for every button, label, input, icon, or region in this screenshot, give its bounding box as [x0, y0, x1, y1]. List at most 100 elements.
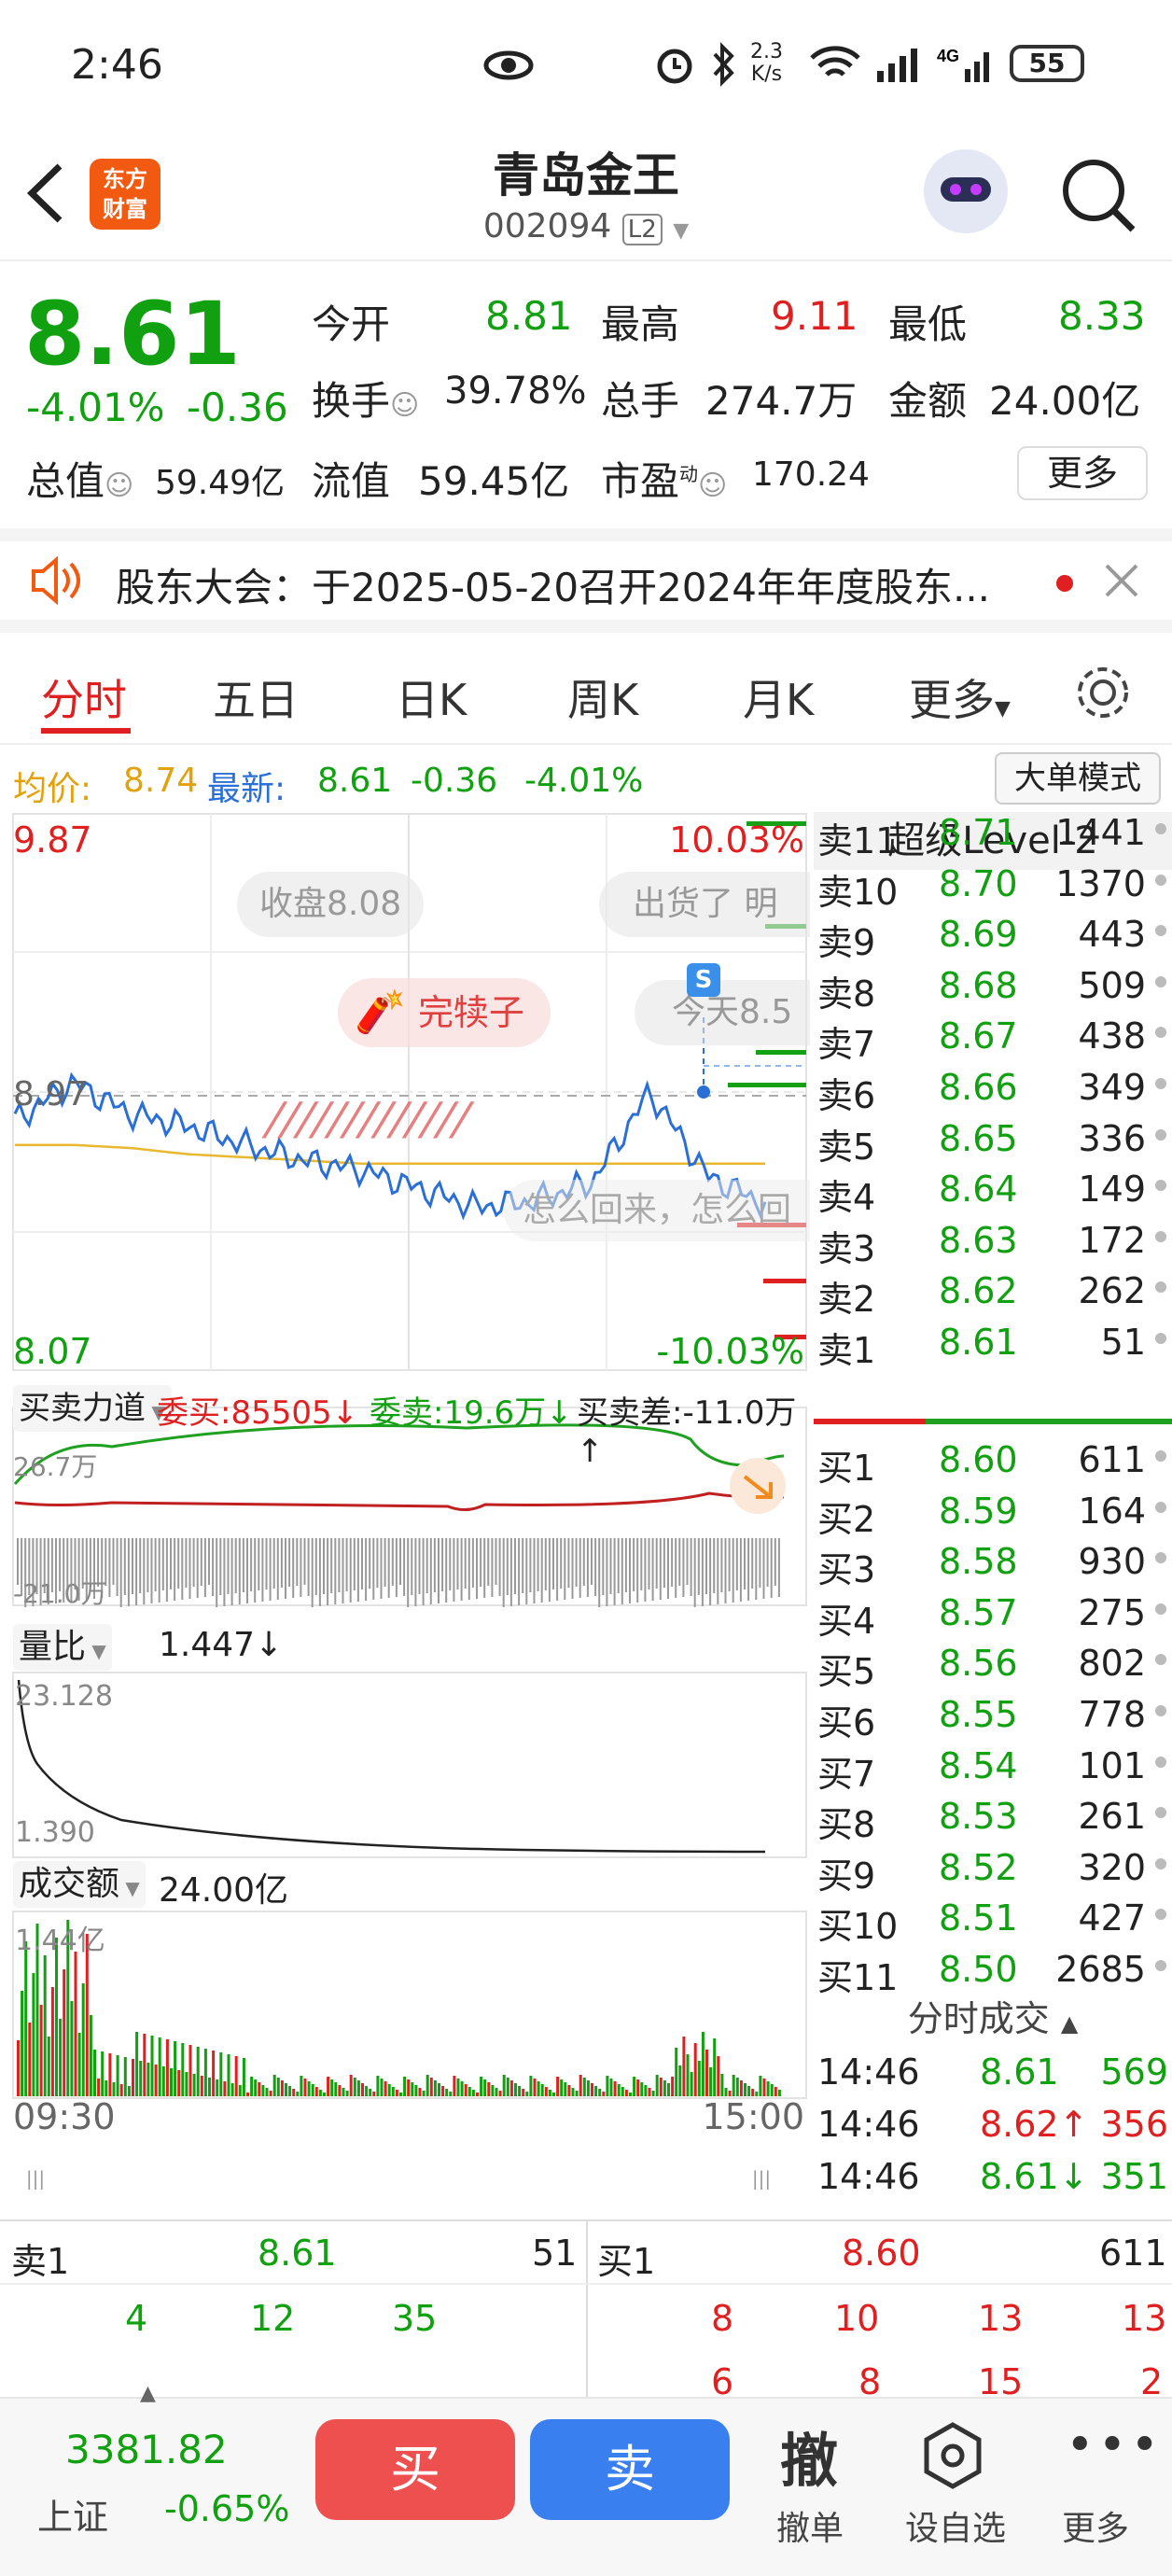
bid-row[interactable]: 买8 8.53 261 [814, 1790, 1172, 1845]
bid-row[interactable]: 买11 8.50 2685 [814, 1943, 1172, 1998]
eye-icon [483, 50, 534, 80]
ask-price: 8.65 [939, 1117, 1018, 1159]
ask-row[interactable]: 卖4 8.64 149 [814, 1163, 1172, 1218]
more-label[interactable]: 更多 [1062, 2501, 1129, 2550]
notice-text: 股东大会：于2025-05-20召开2024年年度股东... [116, 565, 991, 610]
vr-axis-bottom: 1.390 [15, 1816, 95, 1849]
ask-row[interactable]: 卖1 8.61 51 [814, 1316, 1172, 1371]
bid-price: 8.55 [939, 1694, 1018, 1735]
bid-level: 买7 [817, 1753, 876, 1795]
bid-volume: 164 [1078, 1490, 1146, 1532]
big-order-mode-button[interactable]: 大单模式 [995, 752, 1161, 805]
ask-row[interactable]: 卖2 8.62 262 [814, 1265, 1172, 1320]
tab-daily-k[interactable]: 日K [396, 666, 467, 728]
pct-axis-min: -10.03% [656, 1331, 804, 1372]
bid-volume: 101 [1078, 1744, 1146, 1786]
close-icon[interactable] [1101, 560, 1142, 601]
ask-level: 卖10 [817, 871, 899, 913]
tab-five-day[interactable]: 五日 [213, 666, 299, 728]
settings-gear-icon[interactable] [1073, 663, 1133, 722]
ask-row[interactable]: 卖3 8.63 172 [814, 1214, 1172, 1269]
tab-weekly-k[interactable]: 周K [567, 666, 638, 728]
chart-tabs: 分时 五日 日K 周K 月K 更多▼ [0, 638, 1172, 745]
tick-row: 14:46 8.62↑ 356 [814, 2098, 1172, 2149]
order-dot-icon [1155, 1180, 1166, 1192]
add-watchlist-icon[interactable] [920, 2421, 985, 2492]
comment-bubble[interactable]: 今天8.5 [635, 980, 810, 1045]
ask-row[interactable]: 卖8 8.68 509 [814, 959, 1172, 1015]
ask-row[interactable]: 卖6 8.66 349 [814, 1061, 1172, 1116]
bid-level: 买10 [817, 1906, 899, 1948]
bid-price: 8.53 [939, 1796, 1018, 1838]
more-dots-icon[interactable]: ••• [1066, 2417, 1163, 2473]
scroll-handle-right[interactable]: ||| [743, 2167, 780, 2191]
more-quote-button[interactable]: 更多 [1017, 446, 1148, 500]
ask-row[interactable]: 卖11 8.71 1441 [814, 806, 1172, 861]
unread-dot [1056, 575, 1073, 592]
expand-up-icon[interactable]: ▲ [140, 2382, 156, 2405]
order-dot-icon [1155, 1281, 1166, 1294]
dropdown-icon: ▼ [673, 219, 690, 243]
cancel-icon[interactable]: 撤 [780, 2414, 838, 2498]
amount-value: 24.00亿 [159, 1871, 289, 1910]
bid-row[interactable]: 买6 8.55 778 [814, 1688, 1172, 1743]
latest-value: 8.61 [317, 762, 393, 800]
add-watchlist-label[interactable]: 设自选 [905, 2501, 1006, 2550]
tab-more[interactable]: 更多▼ [909, 666, 1011, 728]
comment-bubble[interactable]: 收盘8.08 [237, 872, 425, 937]
bid-row[interactable]: 买7 8.54 101 [814, 1740, 1172, 1795]
turnover-label: 换手☺ [312, 378, 420, 424]
search-icon[interactable] [1058, 155, 1138, 235]
level-badge: L2 [621, 214, 663, 245]
bid-volume: 778 [1078, 1694, 1146, 1735]
notice-bar[interactable]: 股东大会：于2025-05-20召开2024年年度股东... [0, 528, 1172, 633]
latest-price-dot [697, 1085, 710, 1099]
tab-intraday[interactable]: 分时 [41, 666, 127, 728]
bid-row[interactable]: 买3 8.58 930 [814, 1535, 1172, 1590]
cancel-label[interactable]: 撤单 [776, 2501, 844, 2550]
bid-price: 8.60 [939, 1439, 1018, 1480]
wifi-icon [810, 46, 860, 77]
sell-button[interactable]: 卖 [530, 2419, 730, 2520]
bid-row[interactable]: 买1 8.60 611 [814, 1434, 1172, 1489]
buy-button[interactable]: 买 [315, 2419, 515, 2520]
amount-indicator-select[interactable]: 成交额 ▼ [13, 1861, 146, 1908]
sell-signal-marker[interactable]: S [687, 963, 720, 997]
tick-price: 8.62↑ [980, 2104, 1089, 2145]
tick-trades-header[interactable]: 分时成交 ▲ [814, 1990, 1172, 2041]
ask-row[interactable]: 卖9 8.69 443 [814, 908, 1172, 963]
bid-row[interactable]: 买10 8.51 427 [814, 1892, 1172, 1947]
comment-bubble[interactable]: 怎么回来，怎么回 [504, 1180, 810, 1241]
turnover-value: 39.78% [444, 370, 587, 413]
comment-bubble[interactable]: 出货了 明 [599, 872, 810, 937]
bid-row[interactable]: 买9 8.52 320 [814, 1841, 1172, 1897]
queue-buy-label: 买1 [597, 2241, 656, 2282]
info-icon: ☺ [105, 469, 134, 502]
ask-price: 8.68 [939, 964, 1018, 1006]
ask-level: 卖6 [817, 1075, 876, 1116]
bid-row[interactable]: 买2 8.59 164 [814, 1485, 1172, 1540]
ask-row[interactable]: 卖5 8.65 336 [814, 1113, 1172, 1168]
y-axis-min: 8.07 [13, 1331, 92, 1372]
scroll-handle-left[interactable]: ||| [17, 2167, 54, 2191]
ask-row[interactable]: 卖10 8.70 1370 [814, 858, 1172, 913]
ask-row[interactable]: 卖7 8.67 438 [814, 1010, 1172, 1065]
queue-item: 13 [978, 2298, 1024, 2339]
tick-volume: 569 [1100, 2051, 1168, 2093]
bid-volume: 611 [1078, 1439, 1146, 1480]
flow-indicator-select[interactable]: 买卖力道 ▼ [13, 1385, 172, 1432]
bid-row[interactable]: 买4 8.57 275 [814, 1587, 1172, 1642]
float-value: 59.45亿 [418, 458, 570, 504]
queue-item: 8 [711, 2298, 734, 2339]
order-dot-icon [1155, 1857, 1166, 1869]
robot-avatar-icon[interactable] [924, 149, 1008, 233]
flow-axis-bottom: -21.0万 [13, 1578, 107, 1609]
tab-monthly-k[interactable]: 月K [743, 666, 814, 728]
bid-level: 买9 [817, 1855, 876, 1897]
bid-row[interactable]: 买5 8.56 802 [814, 1637, 1172, 1692]
index-value[interactable]: 3381.82 [65, 2427, 228, 2472]
ask-level: 卖4 [817, 1177, 876, 1219]
order-dot-icon [1155, 1603, 1166, 1615]
volume-ratio-select[interactable]: 量比 ▼ [13, 1624, 112, 1671]
index-pct: -0.65% [164, 2488, 290, 2529]
